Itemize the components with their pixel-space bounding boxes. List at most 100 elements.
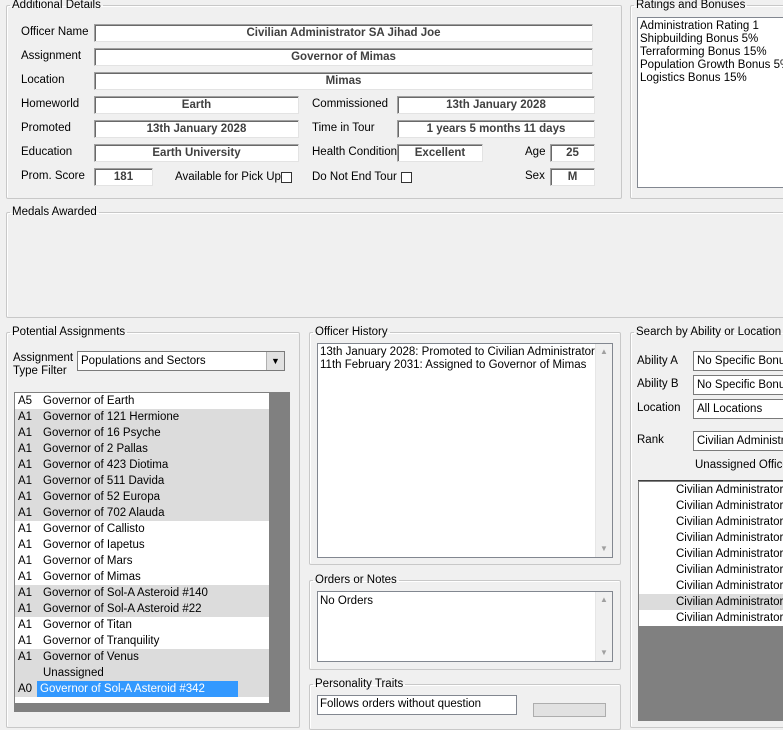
medals-group: Medals Awarded <box>6 206 783 318</box>
assignment-row[interactable]: A1 Governor of 511 Davida <box>15 473 269 489</box>
assignment-code: A1 <box>18 443 33 455</box>
chevron-down-icon[interactable]: ▼ <box>266 352 284 370</box>
officer-row[interactable]: Civilian Administrator Ji <box>639 546 783 562</box>
assignment-name: Governor of 511 Davida <box>43 475 165 487</box>
assignments-list[interactable]: A5 Governor of Earth A1 Governor of 121 Her… <box>15 393 269 703</box>
assignment-row[interactable]: A1 Governor of Tranquility <box>15 633 269 649</box>
officer-name: Civilian Administrator A <box>676 612 783 624</box>
ability-a-select[interactable]: No Specific Bonus <box>693 351 783 371</box>
assignment-row[interactable]: A1 Governor of Sol-A Asteroid #140 <box>15 585 269 601</box>
ratings-legend: Ratings and Bonuses <box>636 0 746 11</box>
assignment-row-selected[interactable]: A0 Governor of Sol-A Asteroid #342 <box>15 681 269 697</box>
pickup-checkbox[interactable] <box>281 172 292 183</box>
rating-line: Shipbuilding Bonus 5% <box>640 33 759 45</box>
rank-value: Civilian Administrator <box>697 435 783 447</box>
history-line: 13th January 2028: Promoted to Civilian … <box>320 346 595 358</box>
orders-box[interactable]: No Orders ▲ ▼ <box>317 591 613 662</box>
orders-scrollbar[interactable]: ▲ ▼ <box>595 592 612 661</box>
education-label: Education <box>21 146 73 158</box>
history-scrollbar[interactable]: ▲ ▼ <box>595 344 612 557</box>
age-label: Age <box>525 146 546 158</box>
health-field: Excellent <box>397 144 483 162</box>
assignment-code: A1 <box>18 539 33 551</box>
assignment-code: A1 <box>18 491 33 503</box>
filter-label-line1: Assignment <box>13 352 74 364</box>
health-label: Health Condition <box>312 146 398 158</box>
officer-name: Civilian Administrator Ji <box>676 548 783 560</box>
assignment-name: Governor of Sol-A Asteroid #22 <box>43 603 202 615</box>
assignment-row[interactable]: A1 Governor of Callisto <box>15 521 269 537</box>
officer-name: Civilian Administrator el <box>676 500 783 512</box>
assignment-name: Governor of Sol-A Asteroid #140 <box>43 587 208 599</box>
assignment-row[interactable]: A1 Governor of 702 Alauda <box>15 505 269 521</box>
officer-row[interactable]: Civilian Administrator Iu <box>639 562 783 578</box>
officers-list[interactable]: Civilian Administrator Fa Civilian Admini… <box>639 482 783 626</box>
scroll-down-icon[interactable]: ▼ <box>596 645 612 661</box>
rating-line: Terraforming Bonus 15% <box>640 46 767 58</box>
filter-label-line2: Type Filter <box>13 365 67 377</box>
assignment-row[interactable]: A1 Governor of Mars <box>15 553 269 569</box>
promoted-label: Promoted <box>21 122 71 134</box>
assignment-row[interactable]: A1 Governor of Sol-A Asteroid #22 <box>15 601 269 617</box>
officer-row[interactable]: Civilian Administrator el <box>639 498 783 514</box>
assignment-code: A1 <box>18 507 33 519</box>
medals-legend: Medals Awarded <box>12 206 97 218</box>
assignment-row[interactable]: A1 Governor of Titan <box>15 617 269 633</box>
rank-select[interactable]: Civilian Administrator <box>693 431 783 451</box>
rating-line: Administration Rating 1 <box>640 20 759 32</box>
scroll-down-icon[interactable]: ▼ <box>596 541 612 557</box>
officer-row[interactable]: Civilian Administrator Fa <box>639 482 783 498</box>
officer-row[interactable]: Civilian Administrator A <box>639 610 783 626</box>
officer-history-legend: Officer History <box>315 326 388 338</box>
assignment-type-filter-value: Populations and Sectors <box>81 355 206 367</box>
scroll-up-icon[interactable]: ▲ <box>596 592 612 608</box>
assignment-type-filter[interactable]: Populations and Sectors ▼ <box>77 351 285 371</box>
traits-action-button[interactable] <box>533 703 606 717</box>
assignment-name: Governor of 423 Diotima <box>43 459 169 471</box>
assignment-name: Governor of Sol-A Asteroid #342 <box>37 681 238 697</box>
not-end-tour-label: Do Not End Tour <box>312 171 397 183</box>
search-location-select[interactable]: All Locations <box>693 399 783 419</box>
assignment-code: A1 <box>18 571 33 583</box>
assignment-row[interactable]: A1 Governor of Mimas <box>15 569 269 585</box>
ability-b-label: Ability B <box>637 378 679 390</box>
homeworld-label: Homeworld <box>21 98 80 110</box>
officer-name: Civilian Administrator P <box>676 532 783 544</box>
assignment-row[interactable]: A5 Governor of Earth <box>15 393 269 409</box>
rating-line: Logistics Bonus 15% <box>640 72 747 84</box>
location-field: Mimas <box>94 72 593 90</box>
assignment-row[interactable]: A1 Governor of 2 Pallas <box>15 441 269 457</box>
assignment-name: Governor of Mimas <box>43 571 141 583</box>
officer-row[interactable]: Civilian Administrator Fe <box>639 578 783 594</box>
assignment-row[interactable]: Unassigned <box>15 665 269 681</box>
additional-details-legend: Additional Details <box>12 0 101 11</box>
ability-b-select[interactable]: No Specific Bonus <box>693 375 783 395</box>
assignment-code: A1 <box>18 651 33 663</box>
assignment-name: Governor of Iapetus <box>43 539 145 551</box>
homeworld-field: Earth <box>94 96 299 114</box>
assignment-row[interactable]: A1 Governor of 121 Hermione <box>15 409 269 425</box>
assignment-row[interactable]: A1 Governor of 423 Diotima <box>15 457 269 473</box>
assignment-name: Governor of 121 Hermione <box>43 411 180 423</box>
commissioned-label: Commissioned <box>312 98 389 110</box>
traits-text: Follows orders without question <box>320 698 482 710</box>
sex-label: Sex <box>525 170 545 182</box>
search-location-value: All Locations <box>697 403 763 415</box>
assignment-row[interactable]: A1 Governor of 52 Europa <box>15 489 269 505</box>
prom-score-field: 181 <box>94 168 153 186</box>
officer-row[interactable]: Civilian Administrator A <box>639 514 783 530</box>
assignment-code: A1 <box>18 603 33 615</box>
ratings-box: Administration Rating 1 Shipbuilding Bon… <box>637 17 783 188</box>
officer-row[interactable]: Civilian Administrator ca <box>639 594 783 610</box>
sex-field: M <box>550 168 595 186</box>
officer-row[interactable]: Civilian Administrator P <box>639 530 783 546</box>
scroll-up-icon[interactable]: ▲ <box>596 344 612 360</box>
not-end-tour-checkbox[interactable] <box>401 172 412 183</box>
assignment-row[interactable]: A1 Governor of Iapetus <box>15 537 269 553</box>
officer-history-box[interactable]: 13th January 2028: Promoted to Civilian … <box>317 343 613 558</box>
assignment-row[interactable]: A1 Governor of Venus <box>15 649 269 665</box>
officer-name: Civilian Administrator ca <box>676 596 783 608</box>
assignment-label: Assignment <box>21 50 82 62</box>
traits-box: Follows orders without question <box>317 695 517 715</box>
assignment-row[interactable]: A1 Governor of 16 Psyche <box>15 425 269 441</box>
